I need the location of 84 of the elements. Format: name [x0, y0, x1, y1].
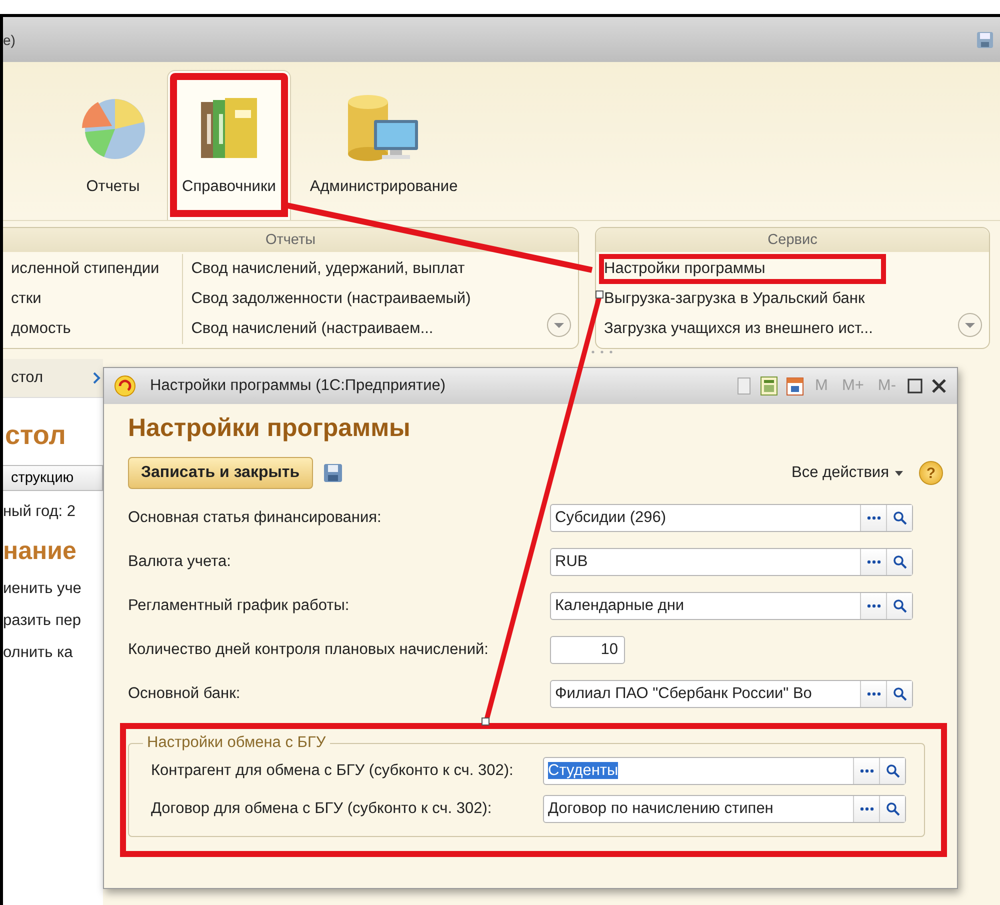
panel-link[interactable]: исленной стипендии	[6, 254, 172, 284]
task-link[interactable]: олнить ка	[3, 644, 103, 662]
field-label: Основная статья финансирования:	[128, 509, 382, 527]
choice-button[interactable]	[860, 549, 886, 575]
field-label: Договор для обмена с БГУ (субконто к сч. 302):	[151, 800, 493, 818]
chevron-icon	[93, 372, 101, 384]
ribbon-tab[interactable]: Отчеты	[63, 62, 163, 220]
select-field[interactable]: Календарные дни	[550, 592, 913, 620]
select-field[interactable]: RUB	[550, 548, 913, 576]
calendar-icon[interactable]	[786, 376, 804, 396]
panel-link[interactable]: Загрузка учащихся из внешнего ист...	[599, 314, 886, 344]
expand-icon[interactable]	[957, 312, 983, 338]
search-button[interactable]	[879, 796, 905, 822]
ellipsis-icon	[866, 604, 880, 608]
save-close-button[interactable]: Записать и закрыть	[128, 457, 313, 489]
dialog-heading: Настройки программы	[128, 414, 412, 443]
search-button[interactable]	[886, 505, 912, 531]
field-value: Субсидии (296)	[555, 509, 666, 526]
app-logo-icon	[114, 375, 136, 397]
choice-button[interactable]	[853, 796, 879, 822]
number-field[interactable]: 10	[550, 636, 625, 664]
field-label: Регламентный график работы:	[128, 597, 350, 615]
select-field[interactable]: Договор по начислению стипен	[543, 795, 906, 823]
save-icon[interactable]	[976, 30, 994, 48]
panel-title: Сервис	[596, 228, 989, 252]
field-label: Контрагент для обмена с БГУ (субконто к сч. 302):	[151, 762, 514, 780]
panel-link[interactable]: стки	[6, 284, 172, 314]
ellipsis-icon	[866, 560, 880, 564]
maximize-icon[interactable]	[907, 378, 923, 394]
panel-link[interactable]: домость	[6, 314, 172, 344]
splitter-handle-icon[interactable]	[590, 349, 614, 355]
field-value: RUB	[555, 553, 588, 570]
breadcrumb-link[interactable]: стол	[11, 369, 43, 387]
all-actions-menu[interactable]: Все действия	[786, 463, 909, 483]
ellipsis-icon	[866, 692, 880, 696]
field-value: Студенты	[548, 762, 618, 779]
save-icon[interactable]	[322, 463, 343, 483]
choice-button[interactable]	[860, 505, 886, 531]
panel-title: Отчеты	[3, 228, 578, 252]
expand-icon[interactable]	[546, 312, 572, 338]
group-title: Настройки обмена с БГУ	[143, 734, 330, 752]
window-title: е)	[3, 32, 16, 48]
panel-link[interactable]: Выгрузка-загрузка в Уральский банк	[599, 284, 886, 314]
page-heading: стол	[4, 419, 67, 451]
field-label: Количество дней контроля плановых начислений:	[128, 641, 490, 659]
instruction-button[interactable]: струкцию	[3, 465, 103, 491]
panel-link[interactable]: Настройки программы	[599, 254, 886, 284]
choice-button[interactable]	[853, 758, 879, 784]
search-button[interactable]	[886, 593, 912, 619]
search-icon	[892, 555, 906, 569]
search-icon	[886, 764, 900, 778]
choice-button[interactable]	[860, 681, 886, 707]
field-value: Договор по начислению стипен	[548, 800, 774, 817]
ribbon-tab[interactable]: Администрирование	[294, 62, 473, 220]
section-heading: нание	[3, 537, 78, 566]
panel-link[interactable]: Свод задолженности (настраиваемый)	[186, 284, 484, 314]
ellipsis-icon	[866, 516, 880, 520]
search-icon	[892, 599, 906, 613]
field-value: Филиал ПАО "Сбербанк России" Во	[555, 685, 812, 702]
field-label: Валюта учета:	[128, 553, 232, 571]
calculator-icon[interactable]	[760, 376, 778, 396]
search-icon	[892, 511, 906, 525]
task-link[interactable]: разить пер	[3, 612, 103, 630]
search-button[interactable]	[886, 681, 912, 707]
close-icon[interactable]	[931, 378, 947, 394]
field-label: Основной банк:	[128, 685, 242, 703]
panel-link[interactable]: Свод начислений, удержаний, выплат	[186, 254, 484, 284]
task-link[interactable]: иенить уче	[3, 580, 103, 598]
select-field[interactable]: Студенты	[543, 757, 906, 785]
field-value: Календарные дни	[555, 597, 684, 614]
search-icon	[886, 802, 900, 816]
choice-button[interactable]	[860, 593, 886, 619]
search-icon	[892, 687, 906, 701]
search-button[interactable]	[886, 549, 912, 575]
ellipsis-icon	[860, 769, 874, 773]
ribbon-tab[interactable]: Справочники	[167, 70, 291, 220]
help-button[interactable]: ?	[919, 461, 943, 485]
select-field[interactable]: Филиал ПАО "Сбербанк России" Во	[550, 680, 913, 708]
search-button[interactable]	[879, 758, 905, 784]
dialog-title: Настройки программы (1С:Предприятие)	[150, 377, 447, 395]
panel-link[interactable]: Свод начислений (настраиваем...	[186, 314, 484, 344]
ellipsis-icon	[860, 807, 874, 811]
year-label: ный год: 2	[3, 503, 77, 521]
select-field[interactable]: Субсидии (296)	[550, 504, 913, 532]
